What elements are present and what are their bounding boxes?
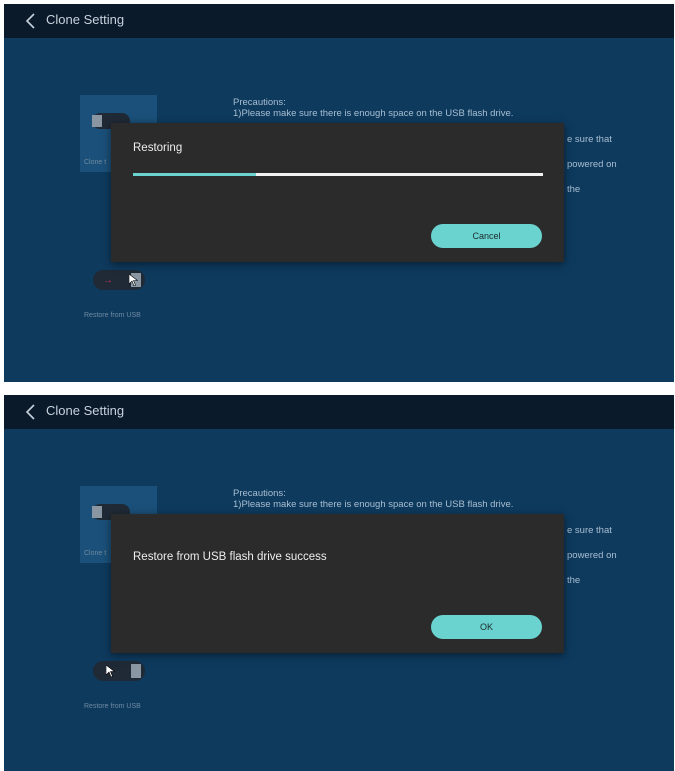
clone-setting-screen-success: Clone Setting Clone t Precautions: 1)Ple… — [4, 395, 674, 771]
clone-tile-label: Clone t — [84, 550, 107, 557]
clone-setting-screen-restoring: Clone Setting Clone t Precautions: 1)Ple… — [4, 4, 674, 382]
precautions-title: Precautions: — [233, 488, 286, 499]
top-bar: Clone Setting — [4, 395, 674, 429]
dialog-message: Restoring — [133, 142, 183, 154]
clone-tile-label: Clone t — [84, 159, 107, 166]
precautions-line-2-partial: e sure that — [567, 134, 612, 145]
precautions-line-3-partial: powered on — [567, 159, 617, 170]
precautions-text: Precautions: 1)Please make sure there is… — [233, 488, 513, 510]
precautions-title: Precautions: — [233, 97, 286, 108]
precautions-line-1: 1)Please make sure there is enough space… — [233, 499, 514, 510]
usb-plug-icon — [131, 664, 141, 678]
chevron-left-icon[interactable] — [22, 11, 42, 31]
restore-from-usb-label: Restore from USB — [84, 312, 141, 319]
arrow-right-icon: → — [103, 275, 113, 286]
restoring-dialog: Restoring Cancel — [111, 123, 564, 262]
restore-from-usb-label: Restore from USB — [84, 703, 141, 710]
mouse-cursor-icon — [129, 274, 138, 286]
restore-progress-bar — [133, 173, 543, 176]
cancel-button[interactable]: Cancel — [431, 224, 542, 248]
ok-button[interactable]: OK — [431, 615, 542, 639]
usb-plug-icon — [92, 115, 102, 127]
precautions-line-4-partial: the — [567, 184, 581, 195]
top-bar: Clone Setting — [4, 4, 674, 38]
chevron-left-icon[interactable] — [22, 402, 42, 422]
mouse-cursor-icon — [106, 665, 115, 677]
precautions-line-3-partial: powered on — [567, 550, 617, 561]
usb-plug-icon — [92, 506, 102, 518]
page-title: Clone Setting — [46, 403, 125, 418]
precautions-line-1: 1)Please make sure there is enough space… — [233, 108, 514, 119]
restore-progress-fill — [133, 173, 256, 176]
restore-from-usb-button[interactable]: → — [93, 661, 145, 681]
page-title: Clone Setting — [46, 12, 125, 27]
dialog-message: Restore from USB flash drive success — [133, 551, 327, 563]
precautions-text: Precautions: 1)Please make sure there is… — [233, 97, 513, 119]
precautions-line-4-partial: the — [567, 575, 581, 586]
precautions-line-2-partial: e sure that — [567, 525, 612, 536]
success-dialog: Restore from USB flash drive success OK — [111, 514, 564, 653]
